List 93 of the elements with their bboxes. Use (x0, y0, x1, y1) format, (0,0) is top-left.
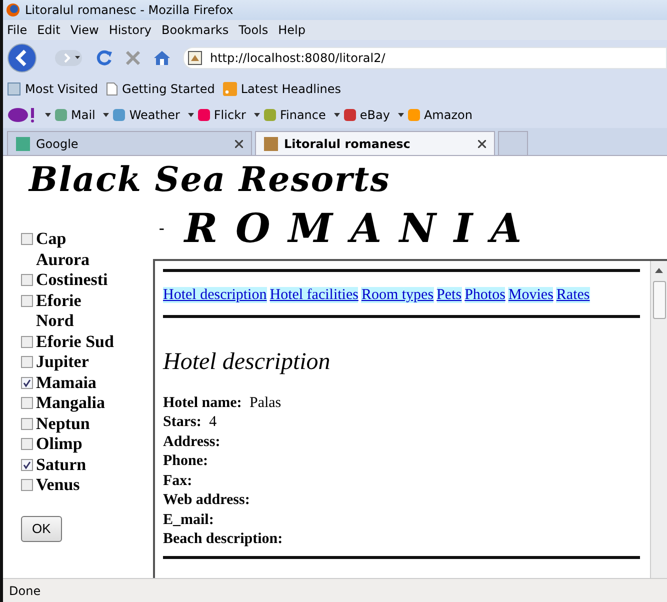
scroll-up-icon[interactable] (655, 267, 663, 274)
home-icon[interactable] (153, 50, 171, 66)
resort-label[interactable]: Jupiter (36, 352, 89, 373)
window-title: Litoralul romanesc - Mozilla Firefox (25, 2, 234, 19)
toolbar-icon (344, 109, 356, 121)
browser-icon (6, 3, 20, 17)
menu-item[interactable]: Tools (238, 21, 268, 39)
dash-mark: - (159, 219, 164, 240)
resort-label[interactable]: Venus (36, 475, 80, 496)
browser-tab[interactable]: Litoralul romanesc (255, 131, 495, 155)
checkbox[interactable] (21, 294, 33, 307)
toolbar-link[interactable]: eBay (360, 106, 390, 124)
resort-label[interactable]: Costinesti (36, 270, 108, 291)
toolbar-link[interactable]: Flickr (214, 106, 246, 124)
checkbox[interactable] (21, 458, 33, 471)
tab-label: Google (36, 136, 78, 152)
checkbox[interactable] (21, 418, 33, 430)
tab-link[interactable]: Movies (508, 287, 554, 304)
field-label: Fax: (163, 472, 192, 489)
checkbox[interactable] (21, 376, 33, 389)
checkbox[interactable] (21, 438, 33, 450)
resort-label[interactable]: Mangalia (36, 393, 105, 414)
bookmark-link[interactable]: Most Visited (25, 80, 98, 98)
page-title: Black Sea Resorts (27, 159, 392, 200)
tab-link[interactable]: Pets (436, 287, 462, 304)
dropdown-arrow-icon[interactable] (45, 113, 51, 117)
bookmark-link[interactable]: Latest Headlines (240, 80, 342, 98)
checkbox[interactable] (21, 356, 33, 368)
toolbar-icon (55, 109, 67, 121)
page-icon (106, 82, 118, 96)
scrollbar-thumb[interactable] (652, 281, 666, 320)
tab-link[interactable]: Hotel facilities (270, 287, 358, 304)
menu-item[interactable]: Help (278, 21, 306, 39)
toolbar-link[interactable]: Weather (129, 106, 180, 124)
resort-label[interactable]: Mamaia (36, 372, 96, 394)
tab-icon (16, 136, 30, 150)
toolbar-link[interactable]: Finance (280, 106, 326, 124)
page-subtitle: R O M A N I A (184, 209, 524, 250)
toolbar-link[interactable]: Mail (71, 106, 96, 124)
checkbox[interactable] (21, 479, 33, 492)
resort-label[interactable]: Eforie Nord (36, 290, 82, 332)
section-heading: Hotel description (163, 348, 332, 377)
toolbar-link[interactable]: Amazon (424, 106, 472, 124)
bookmark-link[interactable]: Getting Started (122, 80, 215, 98)
site-icon (188, 51, 202, 65)
status-text: Done (9, 582, 41, 600)
dropdown-arrow-icon[interactable] (103, 113, 110, 117)
tab-close-icon[interactable] (235, 140, 243, 148)
browser-tab[interactable]: Google (7, 131, 252, 155)
resort-label[interactable]: Neptun (36, 414, 90, 434)
reload-icon[interactable] (95, 49, 113, 67)
dropdown-arrow-icon[interactable] (254, 113, 260, 117)
field-value: 4 (209, 414, 217, 430)
tab-link[interactable]: Hotel description (163, 287, 267, 304)
field-label: E_mail: (163, 512, 214, 528)
yahoo-logo-icon[interactable] (7, 107, 37, 123)
checkbox[interactable] (21, 233, 33, 246)
field-label: Phone: (163, 453, 208, 470)
checkbox[interactable] (21, 274, 33, 286)
dropdown-arrow-icon[interactable] (188, 113, 194, 117)
tab-link[interactable]: Rates (556, 287, 590, 304)
toolbar-icon (408, 109, 420, 121)
tab-label: Litoralul romanesc (284, 136, 410, 152)
dropdown-arrow-icon[interactable] (398, 113, 404, 117)
field-label: Hotel name: (163, 394, 242, 411)
menu-item[interactable]: History (108, 21, 152, 39)
menu-item[interactable]: Bookmarks (162, 21, 229, 39)
resort-label[interactable]: Eforie Sud (36, 332, 114, 352)
toolbar-icon (264, 109, 276, 121)
field-label: Beach description: (163, 531, 283, 548)
toolbar-icon (113, 109, 126, 121)
resort-label[interactable]: Saturn (36, 454, 86, 476)
address-field[interactable]: http://localhost:8080/litoral2/ (183, 47, 667, 69)
resort-label[interactable]: Cap Aurora (36, 229, 90, 270)
bookmark-icon (7, 82, 21, 96)
ok-button[interactable]: OK (21, 516, 62, 542)
tab-link[interactable]: Photos (464, 287, 506, 304)
feed-icon (222, 82, 237, 96)
field-value: Palas (249, 394, 282, 411)
dropdown-arrow-icon[interactable] (334, 113, 340, 117)
field-label: Address: (163, 434, 220, 450)
menu-item[interactable]: Edit (37, 21, 60, 39)
checkbox[interactable] (21, 336, 33, 348)
toolbar-icon (198, 109, 210, 121)
tab-link[interactable]: Room types (361, 287, 434, 304)
menu-item[interactable]: File (7, 21, 28, 39)
resort-label[interactable]: Olimp (36, 434, 82, 455)
field-label: Stars: (163, 414, 202, 430)
tab-icon (264, 136, 278, 150)
tab-close-icon[interactable] (478, 140, 486, 148)
field-label: Web address: (163, 492, 250, 508)
menu-item[interactable]: View (70, 21, 99, 39)
checkbox[interactable] (21, 397, 33, 410)
